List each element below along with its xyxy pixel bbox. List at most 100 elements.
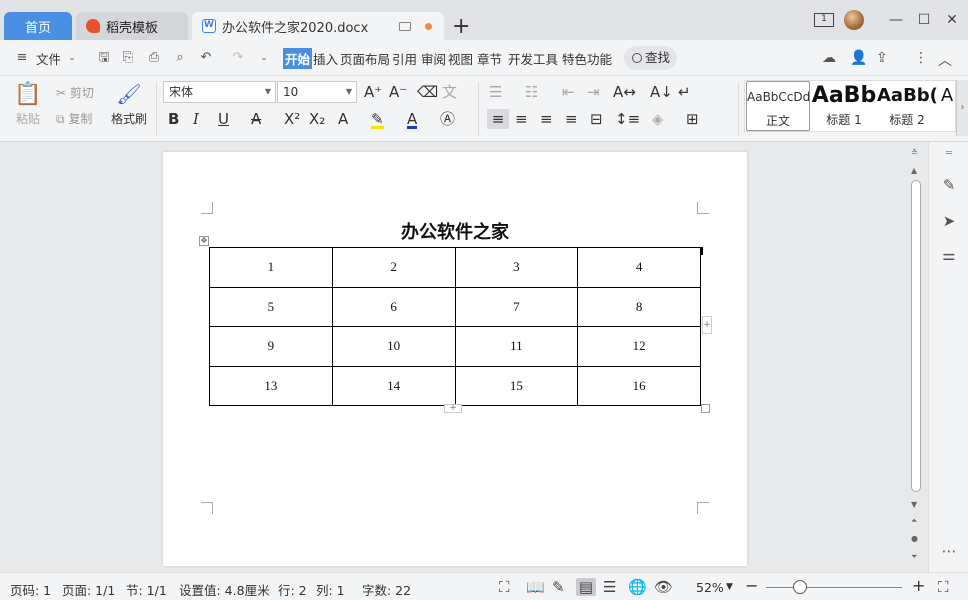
- hamburger-menu-icon[interactable]: ≡: [14, 51, 30, 65]
- format-painter-button[interactable]: 🖌 格式刷: [108, 82, 150, 127]
- shading-icon[interactable]: ◈: [652, 109, 664, 129]
- next-page-icon[interactable]: ⏷: [911, 552, 917, 562]
- clear-format-icon[interactable]: ⌫: [417, 82, 438, 102]
- text-effect-icon[interactable]: A: [338, 109, 348, 129]
- align-right-icon[interactable]: ≡: [540, 109, 553, 129]
- fit-window-icon[interactable]: ⛶: [938, 578, 949, 596]
- page-badge-icon[interactable]: 1: [814, 13, 834, 27]
- table-cell[interactable]: 7: [454, 286, 579, 327]
- select-pointer-icon[interactable]: ➤: [939, 212, 959, 232]
- sort-icon[interactable]: A↓: [650, 82, 673, 102]
- menu-start[interactable]: 开始: [283, 48, 313, 69]
- monitor-icon[interactable]: [399, 21, 411, 31]
- highlight-icon[interactable]: ✎: [371, 109, 384, 129]
- undo-icon[interactable]: ↶: [198, 51, 214, 65]
- decrease-indent-icon[interactable]: ⇤: [562, 82, 575, 102]
- search-button[interactable]: 查找: [624, 46, 677, 70]
- underline-icon[interactable]: U: [218, 109, 229, 129]
- web-view-icon[interactable]: 🌐: [628, 578, 647, 596]
- table-cell[interactable]: 13: [209, 365, 333, 406]
- status-page-code[interactable]: 页码: 1: [10, 580, 51, 599]
- close-button[interactable]: ✕: [940, 12, 964, 28]
- customize-toolbar-icon[interactable]: ⌄: [256, 51, 272, 65]
- menu-dev-tools[interactable]: 开发工具: [508, 49, 558, 68]
- show-marks-icon[interactable]: ↵: [678, 82, 691, 102]
- scroll-up-icon[interactable]: ▲: [911, 166, 917, 175]
- menu-special-features[interactable]: 特色功能: [562, 49, 612, 68]
- table-move-handle[interactable]: ✥: [199, 236, 209, 246]
- style-heading-3[interactable]: A: [937, 81, 957, 131]
- zoom-slider[interactable]: [766, 587, 902, 588]
- table-cell[interactable]: 11: [454, 326, 579, 367]
- strikethrough-icon[interactable]: A: [251, 109, 261, 129]
- outline-view-icon[interactable]: ☰: [603, 578, 616, 596]
- cloud-sync-icon[interactable]: ☁: [822, 50, 836, 66]
- new-tab-button[interactable]: +: [452, 14, 470, 39]
- status-col[interactable]: 列: 1: [316, 580, 345, 599]
- status-row[interactable]: 行: 2: [278, 580, 307, 599]
- document-title[interactable]: 办公软件之家: [163, 218, 747, 244]
- status-setting-value[interactable]: 设置值: 4.8厘米: [179, 580, 270, 599]
- increase-indent-icon[interactable]: ⇥: [587, 82, 600, 102]
- align-center-icon[interactable]: ≡: [515, 109, 528, 129]
- table-cell[interactable]: 8: [577, 286, 701, 327]
- style-heading-1[interactable]: AaBb 标题 1: [811, 81, 877, 131]
- chevron-down-icon[interactable]: ⌄: [64, 51, 80, 65]
- menu-chapter[interactable]: 章节: [477, 49, 502, 68]
- table-cell[interactable]: 16: [577, 365, 701, 406]
- zoom-slider-handle[interactable]: [793, 580, 807, 594]
- more-icon[interactable]: ⋯: [939, 542, 959, 562]
- zoom-level[interactable]: 52%: [696, 580, 724, 595]
- table-cell[interactable]: 4: [577, 247, 701, 288]
- fullscreen-icon[interactable]: ⛶: [499, 578, 510, 596]
- status-pages[interactable]: 页面: 1/1: [62, 580, 115, 599]
- scroll-top-icon[interactable]: ≛: [911, 148, 918, 157]
- minimize-button[interactable]: —: [884, 12, 908, 28]
- table-resize-handle[interactable]: [701, 404, 710, 413]
- select-browse-icon[interactable]: ●: [911, 534, 918, 543]
- avatar[interactable]: [844, 10, 864, 30]
- tab-home[interactable]: 首页: [4, 12, 72, 40]
- menu-review[interactable]: 审阅: [421, 49, 446, 68]
- collapse-ribbon-icon[interactable]: ︿: [938, 50, 952, 70]
- numbered-list-icon[interactable]: ☷: [525, 82, 538, 102]
- cut-button[interactable]: ✂ 剪切: [56, 84, 94, 101]
- pen-edit-icon[interactable]: ✎: [939, 176, 959, 196]
- add-row-button[interactable]: +: [444, 404, 462, 413]
- bold-icon[interactable]: B: [168, 109, 179, 129]
- add-column-button[interactable]: +: [702, 316, 712, 334]
- prev-page-icon[interactable]: ⏶: [911, 516, 917, 526]
- table-cell[interactable]: 15: [454, 365, 579, 406]
- line-spacing-icon[interactable]: ↕≡: [615, 109, 640, 129]
- text-direction-icon[interactable]: A↔: [613, 82, 636, 102]
- font-color-icon[interactable]: A: [407, 109, 418, 129]
- table-cell[interactable]: 2: [331, 247, 456, 288]
- table-cell[interactable]: 5: [209, 286, 333, 327]
- font-name-select[interactable]: 宋体 ▼: [163, 81, 276, 103]
- tab-template[interactable]: 稻壳模板: [76, 12, 188, 40]
- file-menu[interactable]: 文件: [36, 49, 61, 68]
- share-user-icon[interactable]: 👤: [850, 50, 867, 66]
- table-cell[interactable]: 12: [577, 326, 701, 367]
- table-cell[interactable]: 3: [454, 247, 579, 288]
- shrink-font-icon[interactable]: A⁻: [389, 82, 407, 102]
- save-icon[interactable]: 🖫: [96, 51, 112, 65]
- borders-icon[interactable]: ⊞: [686, 109, 699, 129]
- paste-button[interactable]: 📋 粘贴: [10, 82, 46, 127]
- table-cell[interactable]: 10: [331, 326, 456, 367]
- share-icon[interactable]: ⇪: [876, 50, 888, 66]
- superscript-icon[interactable]: X²: [284, 109, 300, 129]
- scroll-down-icon[interactable]: ▼: [911, 500, 917, 509]
- menu-page-layout[interactable]: 页面布局: [340, 49, 390, 68]
- more-options-icon[interactable]: ⋮: [914, 50, 928, 66]
- reading-mode-icon[interactable]: 📖: [526, 578, 545, 596]
- export-pdf-icon[interactable]: ⎘: [120, 51, 136, 65]
- status-section[interactable]: 节: 1/1: [126, 580, 167, 599]
- print-icon[interactable]: ⎙: [146, 51, 162, 65]
- table-cell[interactable]: 14: [331, 365, 456, 406]
- vertical-scrollbar[interactable]: ≛ ▲ ▼ ⏶ ● ⏷: [908, 142, 924, 572]
- subscript-icon[interactable]: X₂: [309, 109, 325, 129]
- scrollbar-thumb[interactable]: [911, 180, 921, 492]
- status-word-count[interactable]: 字数: 22: [362, 580, 411, 599]
- page-view-icon[interactable]: ▤: [576, 578, 596, 596]
